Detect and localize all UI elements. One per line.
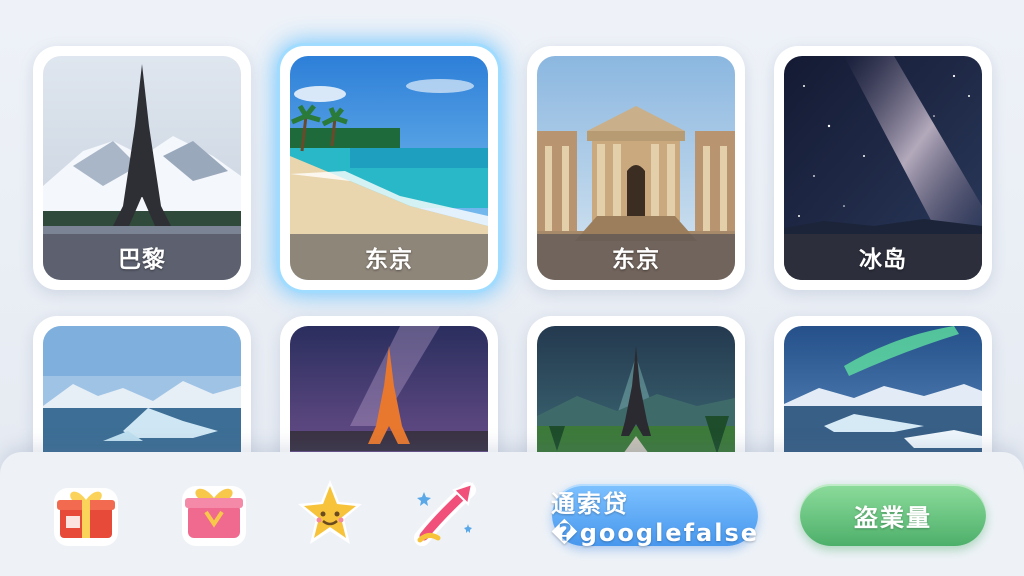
destination-image: 冰岛 (784, 56, 982, 280)
shooting-arrow-sticker[interactable] (410, 476, 486, 552)
destination-card-paris[interactable]: 巴黎 (33, 46, 251, 290)
destination-card-tokyo-beach[interactable]: 东京 (280, 46, 498, 290)
destination-image: 东京 (290, 56, 488, 280)
destination-label: 冰岛 (784, 234, 982, 280)
smiling-star-icon (298, 480, 362, 544)
gift-box-icon (54, 488, 118, 546)
destination-image: 东京 (537, 56, 735, 280)
secondary-action-button[interactable]: 盗業量 (800, 484, 986, 546)
destination-card-iceland[interactable]: 冰岛 (774, 46, 992, 290)
shooting-arrow-icon (414, 482, 476, 546)
gift-box-sticker[interactable] (48, 476, 124, 552)
primary-action-button[interactable]: 通索贷�googlefalse (551, 484, 758, 547)
bottom-toolbar: 通索贷�googlefalse 盗業量 (0, 452, 1024, 576)
pink-gift-sticker[interactable] (176, 476, 252, 552)
destination-image: 巴黎 (43, 56, 241, 280)
destination-label: 东京 (537, 234, 735, 280)
destination-label: 东京 (290, 234, 488, 280)
destination-label: 巴黎 (43, 234, 241, 280)
smiling-star-sticker[interactable] (292, 476, 368, 552)
destination-card-tokyo-temple[interactable]: 东京 (527, 46, 745, 290)
pink-gift-icon (182, 486, 246, 546)
app-window: 巴黎 东京 东京 冰岛 通索贷�googlefalse 盗業量 (0, 0, 1024, 576)
